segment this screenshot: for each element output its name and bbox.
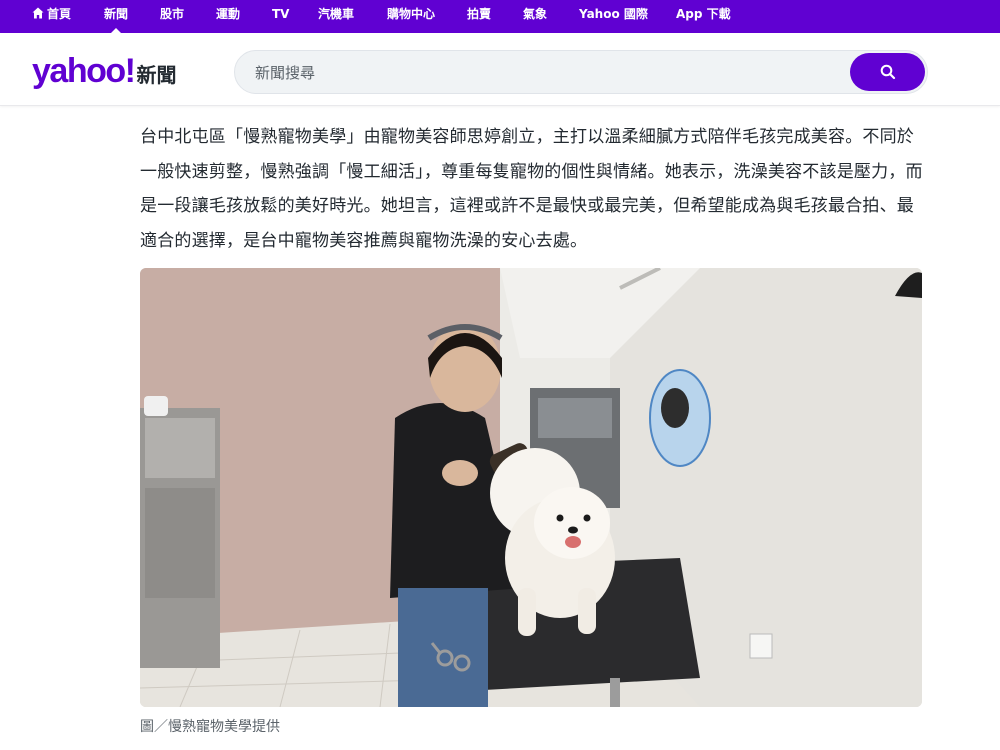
nav-item-label: 首頁 [47,7,72,21]
nav-item-sports[interactable]: 運動 [216,0,240,33]
nav-item-stocks[interactable]: 股市 [160,0,184,33]
article-photo [140,268,922,707]
photo-caption: 圖／慢熟寵物美學提供 [140,719,280,735]
search-icon [880,64,895,80]
top-nav-bar: 首頁 新聞 股市 運動 TV 汽機車 購物中心 拍賣 氣象 Yahoo 國際 A… [0,0,1000,33]
article-body: 台中北屯區「慢熟寵物美學」由寵物美容師思婷創立，主打以溫柔細膩方式陪伴毛孩完成美… [140,120,925,258]
pet-grooming-photo [140,268,922,707]
article-paragraph: 台中北屯區「慢熟寵物美學」由寵物美容師思婷創立，主打以溫柔細膩方式陪伴毛孩完成美… [140,127,923,251]
logo-subtitle: 新聞 [136,63,177,87]
header: yahoo! 新聞 [0,33,1000,106]
yahoo-news-logo[interactable]: yahoo! 新聞 [32,51,176,91]
nav-item-yahoo-international[interactable]: Yahoo 國際 [579,0,648,33]
nav-item-autos[interactable]: 汽機車 [318,0,354,33]
logo-text: yahoo! [32,52,136,90]
search-bar [234,50,928,95]
nav-item-auction[interactable]: 拍賣 [467,0,491,33]
search-button[interactable] [850,53,925,91]
nav-item-home[interactable]: 首頁 [32,0,71,33]
nav-item-tv[interactable]: TV [272,0,289,33]
home-icon [32,7,44,19]
nav-item-shopping[interactable]: 購物中心 [387,0,435,33]
search-input[interactable] [253,51,837,95]
nav-item-weather[interactable]: 氣象 [523,0,547,33]
nav-item-news[interactable]: 新聞 [104,0,128,33]
nav-item-app-download[interactable]: App 下載 [676,0,731,33]
